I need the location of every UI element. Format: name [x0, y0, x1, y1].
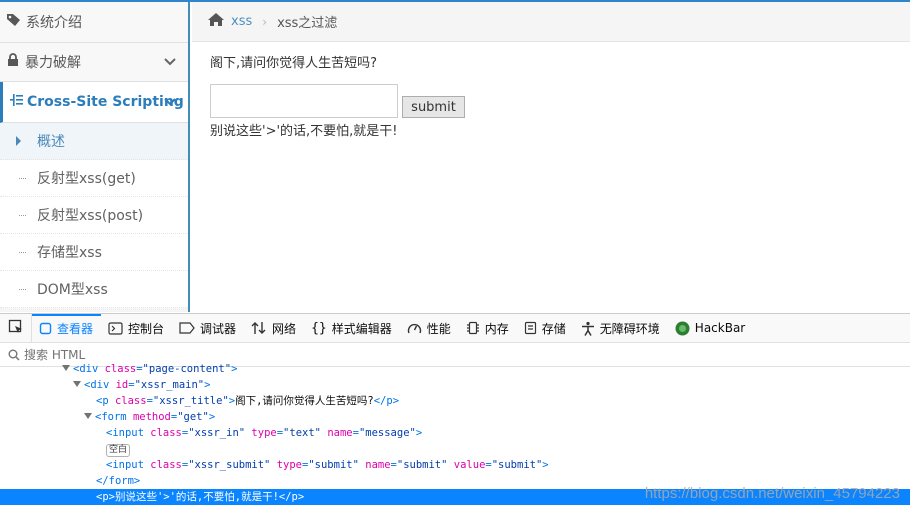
debugger-icon	[179, 322, 195, 334]
code-line: 空白	[0, 441, 910, 457]
lock-icon	[7, 53, 23, 71]
network-arrows-icon	[251, 321, 267, 335]
console-icon	[108, 321, 123, 335]
picker-icon	[8, 319, 24, 338]
gauge-icon	[407, 321, 422, 335]
tab-label: HackBar	[694, 321, 746, 335]
sidebar-item-label: Cross-Site Scripting	[27, 94, 184, 110]
tab-storage[interactable]: 存储	[517, 314, 574, 343]
sidebar-subitem[interactable]: 反射型xss(post)	[0, 197, 188, 234]
tab-memory[interactable]: 内存	[459, 314, 517, 343]
sidebar-subitem-label: 反射型xss(get)	[37, 171, 136, 187]
chevron-down-icon	[164, 95, 176, 111]
sidebar-subitem[interactable]: 概述	[0, 123, 188, 160]
breadcrumb-separator-icon: ›	[262, 14, 268, 29]
tab-label: 查看器	[57, 321, 94, 336]
list-icon	[10, 93, 27, 111]
sidebar-item-intro[interactable]: 系统介绍	[0, 2, 188, 43]
tab-label: 调试器	[200, 321, 237, 336]
expand-triangle-icon	[84, 413, 92, 419]
sidebar-subitem[interactable]: 存储型xss	[0, 234, 188, 271]
tab-console[interactable]: 控制台	[101, 314, 172, 343]
code-line[interactable]: <div id="xssr_main">	[0, 377, 910, 393]
home-icon[interactable]	[207, 12, 225, 31]
xss-question: 阁下,请问你觉得人生苦短吗?	[210, 56, 378, 71]
tab-label: 样式编辑器	[331, 321, 392, 336]
braces-icon: {}	[311, 320, 327, 336]
submit-button[interactable]: submit	[402, 96, 465, 118]
whitespace-badge[interactable]: 空白	[106, 444, 131, 457]
sidebar-subitem[interactable]: 反射型xss(get)	[0, 160, 188, 197]
main-content: 阁下,请问你觉得人生苦短吗? submit 别说这些'>'的话,不要怕,就是干!	[210, 52, 890, 139]
tags-icon	[6, 13, 24, 31]
tab-label: 网络	[272, 321, 297, 336]
hackbar-icon	[675, 321, 690, 336]
tab-label: 无障碍环境	[599, 321, 660, 336]
sidebar-item-xss[interactable]: Cross-Site Scripting	[0, 82, 188, 123]
tab-network[interactable]: 网络	[244, 314, 304, 343]
code-line[interactable]: <p class="xssr_title">阁下,请问你觉得人生苦短吗?</p>	[0, 393, 910, 409]
accessibility-icon	[581, 321, 595, 336]
tab-label: 内存	[484, 321, 509, 336]
sidebar: 系统介绍 暴力破解 Cross-Site Scripting 概述 反射型xss…	[0, 2, 190, 312]
sidebar-item-label: 系统介绍	[26, 15, 82, 31]
breadcrumb-current: xss之过滤	[277, 16, 338, 31]
tab-label: 存储	[541, 321, 566, 336]
tree-dash-icon	[19, 289, 26, 290]
inspector-icon	[39, 322, 52, 335]
breadcrumb-link-xss[interactable]: xss	[231, 14, 252, 29]
expand-triangle-icon	[73, 381, 81, 387]
tab-hackbar[interactable]: HackBar	[668, 314, 753, 343]
tree-dash-icon	[19, 252, 26, 253]
tree-dash-icon	[19, 178, 26, 179]
xss-output: 别说这些'>'的话,不要怕,就是干!	[210, 124, 398, 139]
tab-label: 性能	[426, 321, 451, 336]
message-input[interactable]	[210, 84, 398, 118]
tab-debugger[interactable]: 调试器	[172, 314, 244, 343]
code-line[interactable]: <input class="xssr_in" type="text" name=…	[0, 425, 910, 441]
storage-icon	[524, 321, 537, 335]
sidebar-subitem-label: 概述	[37, 134, 65, 150]
sidebar-subitem-label: 存储型xss	[37, 245, 102, 261]
chevron-down-icon	[164, 55, 176, 71]
devtools-panel: 查看器 控制台 调试器 网络 {} 样式编辑器 性能 内存 存储 无障碍环境 H…	[0, 313, 910, 510]
sidebar-item-label: 暴力破解	[25, 55, 81, 71]
code-line[interactable]: <input class="xssr_submit" type="submit"…	[0, 457, 910, 473]
element-picker-button[interactable]	[0, 313, 32, 343]
tab-style-editor[interactable]: {} 样式编辑器	[304, 314, 400, 343]
code-line[interactable]: <form method="get">	[0, 409, 910, 425]
memory-chip-icon	[466, 321, 480, 335]
tab-inspector[interactable]: 查看器	[32, 313, 102, 343]
tab-performance[interactable]: 性能	[400, 314, 459, 343]
tab-label: 控制台	[128, 321, 165, 336]
sidebar-subitem-label: DOM型xss	[37, 282, 108, 298]
breadcrumb: xss › xss之过滤	[192, 2, 910, 42]
devtools-toolbar: 查看器 控制台 调试器 网络 {} 样式编辑器 性能 内存 存储 无障碍环境 H…	[0, 313, 910, 343]
tree-dash-icon	[19, 215, 26, 216]
caret-right-icon	[16, 136, 21, 146]
sidebar-subitem-label: 反射型xss(post)	[37, 208, 144, 224]
watermark: https://blog.csdn.net/weixin_45794223	[644, 485, 900, 502]
sidebar-item-brute[interactable]: 暴力破解	[0, 43, 188, 82]
markup-view: <div class="page-content"> <div id="xssr…	[0, 361, 910, 505]
expand-triangle-icon	[62, 365, 70, 371]
code-line[interactable]: <div class="page-content">	[0, 361, 910, 377]
sidebar-subitem[interactable]: DOM型xss	[0, 271, 188, 308]
xss-form: submit	[210, 84, 890, 118]
search-icon	[8, 349, 20, 361]
tab-accessibility[interactable]: 无障碍环境	[574, 314, 668, 343]
